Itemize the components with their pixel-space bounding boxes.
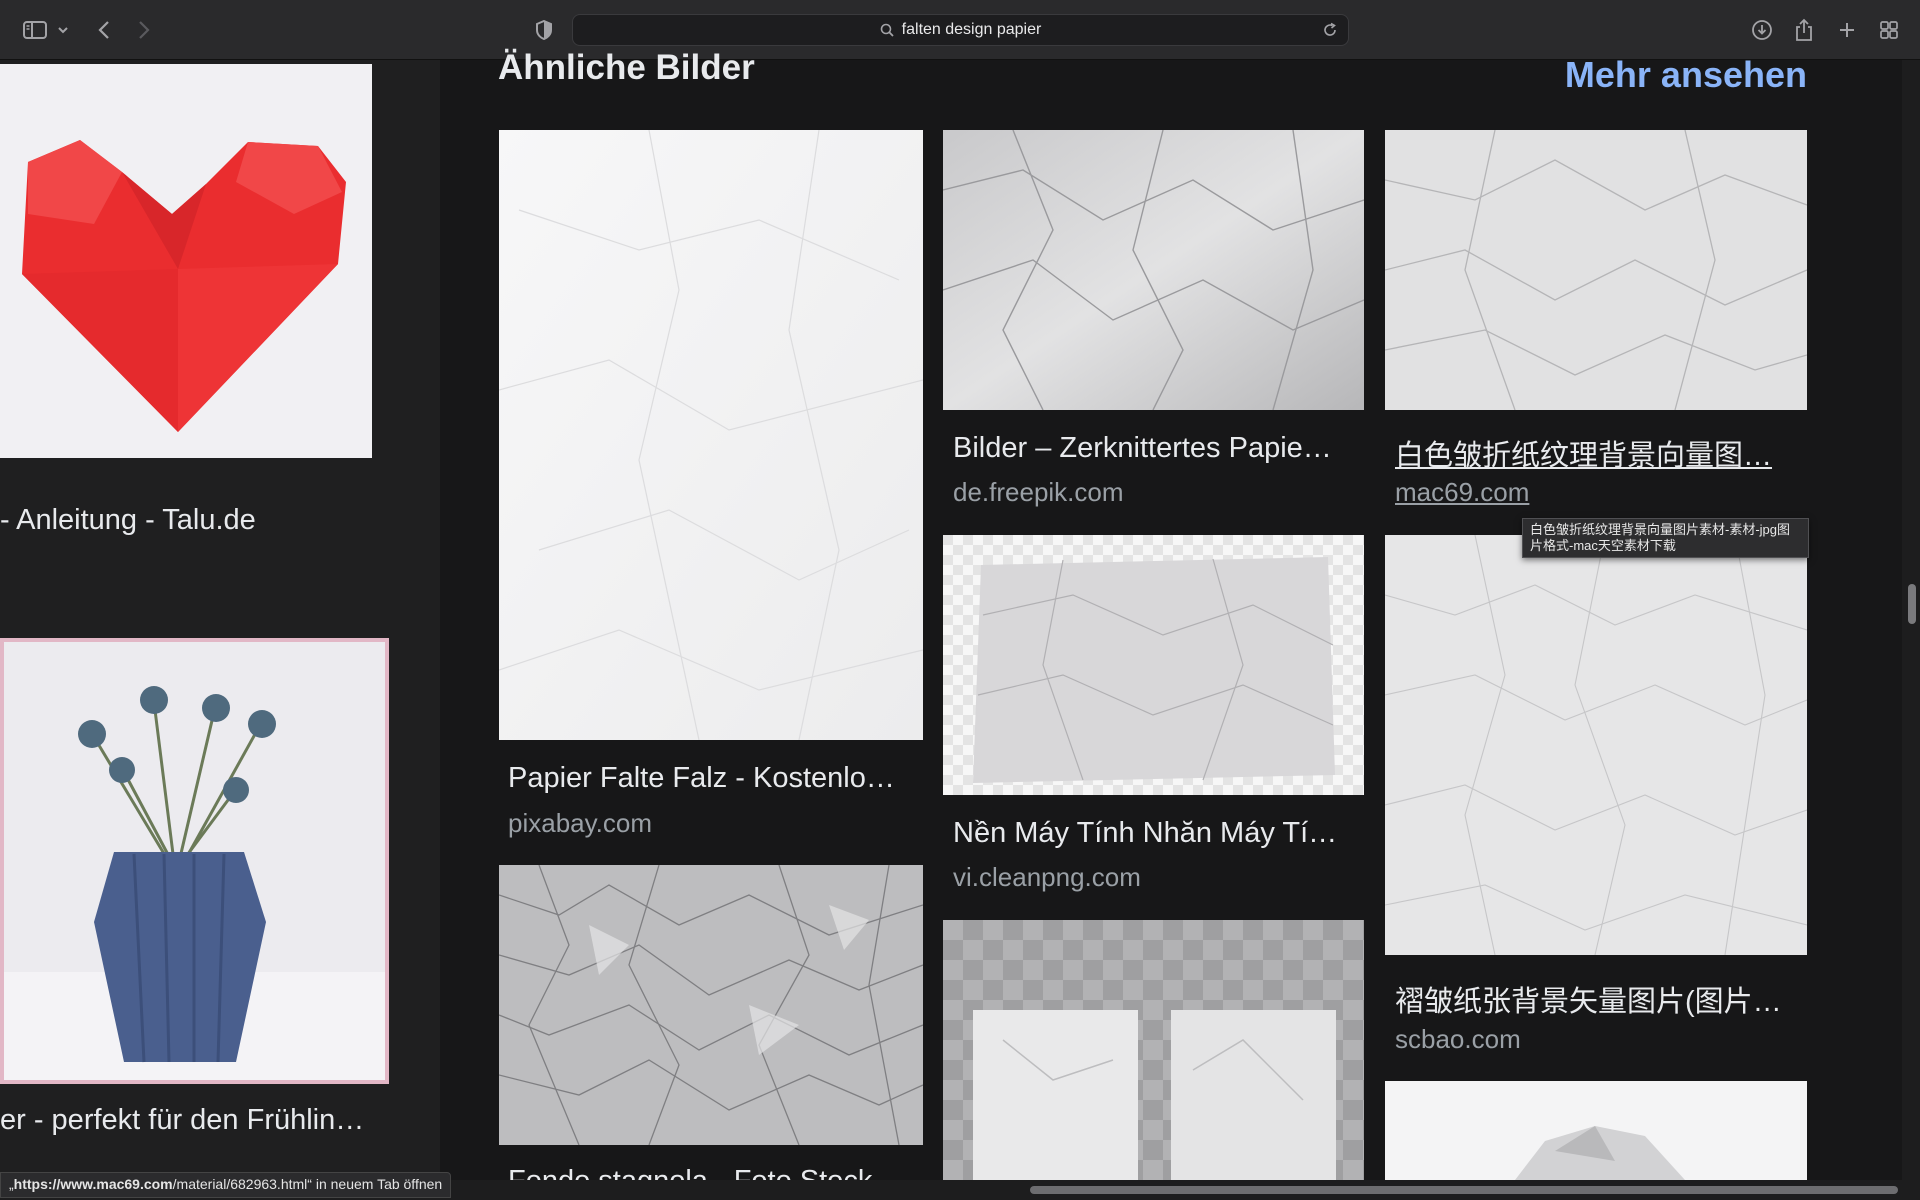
- sidebar-icon[interactable]: [22, 16, 48, 44]
- card-title-freepik[interactable]: Bilder – Zerknittertes Papie…: [953, 432, 1348, 465]
- card-title-foil[interactable]: Fondo stagnola - Foto Stock…: [508, 1165, 908, 1180]
- card-image-scbao[interactable]: [1385, 535, 1807, 955]
- card-image-cleanpng[interactable]: [943, 535, 1364, 795]
- card-source-mac69[interactable]: mac69.com: [1395, 477, 1529, 508]
- vase-image[interactable]: [0, 638, 389, 1084]
- status-suffix: “ in neuem Tab öffnen: [307, 1176, 443, 1192]
- status-bar: „https://www.mac69.com/material/682963.h…: [0, 1172, 452, 1198]
- reload-icon[interactable]: [1322, 22, 1338, 38]
- address-bar[interactable]: falten design papier: [572, 14, 1349, 46]
- search-icon: [880, 23, 894, 37]
- card-image-pixabay[interactable]: [499, 130, 923, 740]
- card-image-crumpled-ball[interactable]: [1385, 1081, 1807, 1180]
- new-tab-icon[interactable]: [1836, 16, 1858, 44]
- share-icon[interactable]: [1793, 16, 1815, 44]
- more-link[interactable]: Mehr ansehen: [1565, 54, 1807, 96]
- card-source-cleanpng[interactable]: vi.cleanpng.com: [953, 862, 1141, 893]
- tooltip: 白色皱折纸纹理背景向量图片素材-素材-jpg图片格式-mac天空素材下载: [1522, 518, 1809, 558]
- address-text: falten design papier: [901, 21, 1042, 38]
- download-icon[interactable]: [1750, 16, 1774, 44]
- forward-icon[interactable]: [134, 16, 154, 44]
- browser-toolbar: falten design papier: [0, 0, 1920, 60]
- card-title-pixabay[interactable]: Papier Falte Falz - Kostenlo…: [508, 762, 908, 795]
- vertical-scroll-thumb[interactable]: [1908, 584, 1916, 624]
- card-image-mac69[interactable]: [1385, 130, 1807, 410]
- status-url-domain: https://www.mac69.com: [13, 1176, 173, 1192]
- shield-icon[interactable]: [533, 16, 555, 44]
- back-icon[interactable]: [94, 16, 114, 44]
- status-url-path: /material/682963.html: [172, 1176, 308, 1192]
- card-title-mac69[interactable]: 白色皱折纸纹理背景向量图…: [1395, 432, 1790, 474]
- heart-origami-image[interactable]: [0, 64, 372, 458]
- horizontal-scroll-thumb[interactable]: [1030, 1186, 1898, 1194]
- card-title-cleanpng[interactable]: Nền Máy Tính Nhăn Máy Tí…: [953, 817, 1348, 850]
- card-source-freepik[interactable]: de.freepik.com: [953, 477, 1124, 508]
- card-source-scbao[interactable]: scbao.com: [1395, 1024, 1521, 1055]
- card-title-scbao[interactable]: 褶皱纸张背景矢量图片(图片…: [1395, 978, 1790, 1020]
- card-source-pixabay[interactable]: pixabay.com: [508, 808, 652, 839]
- card-image-posters[interactable]: [943, 920, 1364, 1180]
- tab-overview-icon[interactable]: [1878, 16, 1900, 44]
- left-caption-top[interactable]: - Anleitung - Talu.de: [0, 504, 256, 537]
- card-image-freepik[interactable]: [943, 130, 1364, 410]
- chevron-down-icon[interactable]: [56, 16, 70, 44]
- left-results-column: - Anleitung - Talu.de er - perfekt für d…: [0, 60, 440, 1200]
- left-caption-bottom[interactable]: er - perfekt für den Frühlin…: [0, 1104, 364, 1137]
- section-title: Ähnliche Bilder: [498, 48, 755, 87]
- card-image-foil[interactable]: [499, 865, 923, 1145]
